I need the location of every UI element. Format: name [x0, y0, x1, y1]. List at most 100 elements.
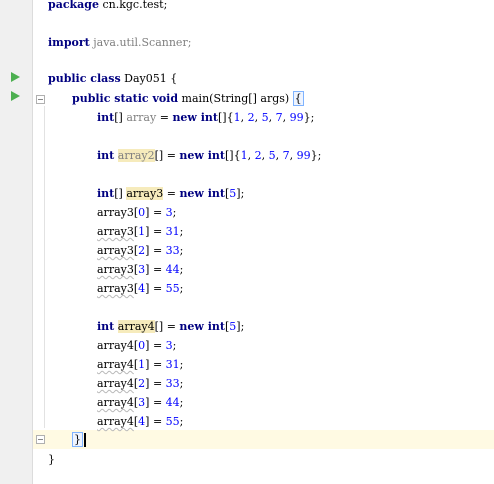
index-literal: 4 [138, 282, 146, 295]
index-literal: 2 [138, 377, 146, 390]
number-literal: 2 [254, 149, 262, 162]
index-literal: 3 [138, 263, 146, 276]
code-line-array2[interactable]: int array2[] = new int[]{1, 2, 5, 7, 99}… [97, 146, 321, 165]
code-line-array3-2[interactable]: array3[2] = 33; [97, 241, 183, 260]
number-literal: 3 [165, 339, 173, 352]
type-keyword: int [97, 111, 115, 124]
run-class-icon[interactable] [11, 72, 20, 82]
code-line-array3-1[interactable]: array3[1] = 31; [97, 222, 183, 241]
code-line-array3-0[interactable]: array3[0] = 3; [97, 203, 176, 222]
import-line[interactable]: import java.util.Scanner; [48, 33, 191, 52]
import-name: java.util.Scanner; [89, 36, 192, 49]
indent-guide [44, 106, 45, 428]
package-keyword: package [48, 0, 99, 11]
number-literal: 44 [165, 396, 180, 409]
index-literal: 4 [138, 415, 146, 428]
variable-array2: array2 [117, 149, 155, 162]
code-text: = [156, 111, 173, 124]
code-line-array4-1[interactable]: array4[1] = 31; [97, 355, 183, 374]
current-line-highlight [33, 430, 494, 449]
code-text: = [163, 187, 180, 200]
number-literal: 5 [229, 320, 237, 333]
array3-name: array3 [97, 263, 134, 276]
code-text: [] [114, 187, 127, 200]
method-close-line[interactable]: } [72, 430, 86, 449]
number-literal: 5 [229, 187, 237, 200]
new-keyword: new [179, 149, 204, 162]
code-line-array4-3[interactable]: array4[3] = 44; [97, 393, 183, 412]
text-cursor [84, 433, 86, 447]
index-literal: 1 [138, 358, 146, 371]
class-close-brace: } [48, 453, 55, 466]
method-signature: main(String[] args) [178, 92, 293, 105]
index-literal: 0 [138, 339, 146, 352]
code-text: []{ [218, 111, 234, 124]
code-text: [] = [154, 320, 180, 333]
array4-name: array4 [97, 377, 134, 390]
code-line-array4-2[interactable]: array4[2] = 33; [97, 374, 183, 393]
new-keyword: new [179, 187, 204, 200]
array4-name: array4 [97, 339, 134, 352]
code-text: []{ [224, 149, 241, 162]
type-keyword: int [97, 187, 115, 200]
type-keyword: int [97, 320, 115, 333]
fold-method-icon[interactable] [36, 95, 45, 104]
index-literal: 1 [138, 225, 146, 238]
index-literal: 0 [138, 206, 146, 219]
code-line-array4-decl[interactable]: int array4[] = new int[5]; [97, 317, 244, 336]
code-line-array[interactable]: int[] array = new int[]{1, 2, 5, 7, 99}; [97, 108, 314, 127]
type-keyword: int [97, 149, 115, 162]
number-literal: 33 [165, 377, 180, 390]
class-declaration-line[interactable]: public class Day051 { [48, 69, 177, 88]
class-name: Day051 { [120, 72, 178, 85]
method-open-brace: { [292, 91, 304, 106]
type-keyword: int [203, 149, 225, 162]
code-text: }; [303, 111, 315, 124]
number-literal: 99 [289, 111, 304, 124]
number-literal: 3 [165, 206, 173, 219]
number-literal: 99 [296, 149, 311, 162]
number-literal: 33 [165, 244, 180, 257]
code-line-array4-4[interactable]: array4[4] = 55; [97, 412, 183, 431]
number-literal: 1 [233, 111, 241, 124]
main-method-line[interactable]: public static void main(String[] args) { [72, 89, 304, 108]
code-line-array3-decl[interactable]: int[] array3 = new int[5]; [97, 184, 244, 203]
run-main-icon[interactable] [11, 91, 20, 101]
variable-array4: array4 [117, 320, 155, 333]
method-modifiers: public static void [72, 92, 179, 105]
class-keyword: class [86, 72, 121, 85]
gutter-separator [32, 0, 33, 484]
class-close-line[interactable]: } [48, 450, 55, 469]
code-line-array3-4[interactable]: array3[4] = 55; [97, 279, 183, 298]
number-literal: 44 [165, 263, 180, 276]
number-literal: 55 [165, 282, 180, 295]
index-literal: 2 [138, 244, 146, 257]
type-keyword: int [203, 187, 225, 200]
method-close-brace: } [72, 432, 83, 447]
index-literal: 3 [138, 396, 146, 409]
number-literal: 5 [268, 149, 276, 162]
number-literal: 2 [247, 111, 255, 124]
code-text: [] [114, 111, 127, 124]
array3-name: array3 [97, 282, 134, 295]
fold-end-icon[interactable] [36, 435, 45, 444]
array3-name: array3 [97, 206, 134, 219]
import-keyword: import [48, 36, 90, 49]
code-text: }; [310, 149, 322, 162]
number-literal: 55 [165, 415, 180, 428]
array4-name: array4 [97, 396, 134, 409]
number-literal: 31 [165, 225, 180, 238]
number-literal: 31 [165, 358, 180, 371]
code-line-array3-3[interactable]: array3[3] = 44; [97, 260, 183, 279]
number-literal: 5 [261, 111, 269, 124]
code-text: [] = [154, 149, 180, 162]
new-keyword: new [172, 111, 197, 124]
type-keyword: int [203, 320, 225, 333]
package-line[interactable]: package cn.kgc.test; [48, 0, 167, 14]
package-name: cn.kgc.test; [98, 0, 168, 11]
variable-array: array [126, 111, 157, 124]
array3-name: array3 [97, 225, 134, 238]
array4-name: array4 [97, 415, 134, 428]
code-line-array4-0[interactable]: array4[0] = 3; [97, 336, 176, 355]
type-keyword: int [196, 111, 218, 124]
